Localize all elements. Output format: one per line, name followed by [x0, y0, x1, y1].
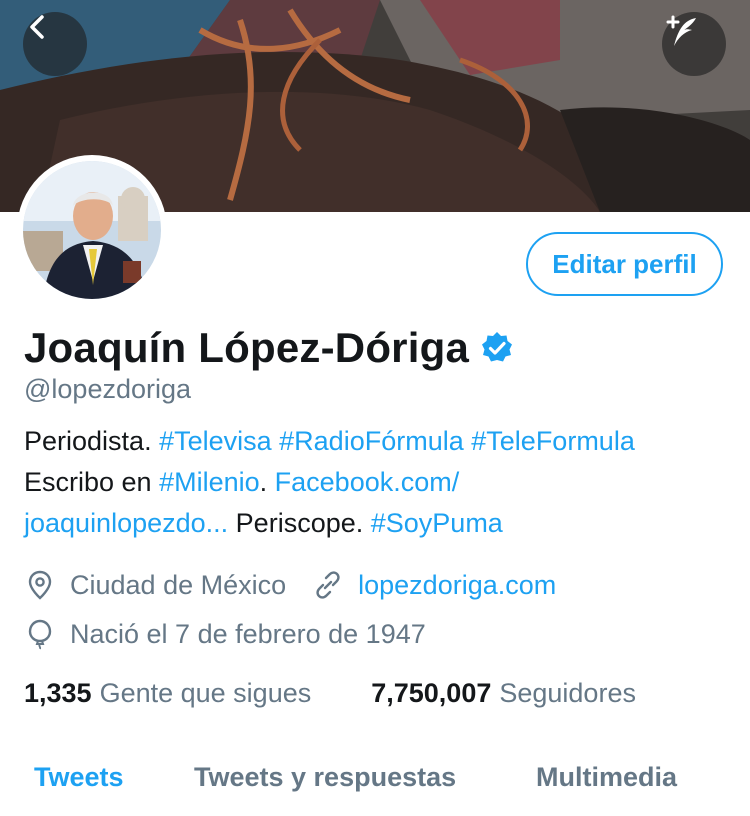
profile-bio: Periodista. #Televisa #RadioFórmula #Tel…: [24, 421, 734, 544]
bio-line: Escribo en #Milenio. Facebook.com/: [24, 462, 734, 503]
hashtag-link[interactable]: #Televisa: [159, 426, 272, 456]
profile-tabs: Tweets Tweets y respuestas Multimedia: [0, 754, 750, 806]
bio-text: Periscope.: [228, 508, 371, 538]
followers-label: Seguidores: [499, 678, 636, 708]
following-label: Gente que sigues: [99, 678, 312, 708]
url-link[interactable]: Facebook.com/: [275, 467, 460, 497]
bio-line: joaquinlopezdo... Periscope. #SoyPuma: [24, 503, 734, 544]
followers-link[interactable]: 7,750,007 Seguidores: [371, 678, 636, 709]
profile-name-row: Joaquín López-Dóriga: [24, 320, 515, 376]
verified-badge-icon: [482, 332, 512, 362]
profile-name: Joaquín López-Dóriga: [24, 324, 469, 371]
following-count: 1,335: [24, 678, 92, 708]
bio-line: Periodista. #Televisa #RadioFórmula #Tel…: [24, 421, 734, 462]
url-link[interactable]: joaquinlopezdo...: [24, 508, 228, 538]
bio-text: Escribo en: [24, 467, 160, 497]
edit-profile-button[interactable]: Editar perfil: [526, 232, 723, 296]
followers-count: 7,750,007: [371, 678, 492, 708]
profile-follow-counts: 1,335 Gente que sigues 7,750,007 Seguidore…: [24, 678, 636, 709]
location-pin-icon: [24, 569, 56, 601]
tab-media[interactable]: Multimedia: [536, 762, 677, 793]
chevron-left-icon: [30, 15, 44, 39]
avatar[interactable]: [17, 155, 167, 305]
profile-meta-row: Ciudad de México lopezdoriga.com: [24, 569, 556, 601]
hashtag-link[interactable]: #SoyPuma: [371, 508, 503, 538]
link-icon: [312, 569, 344, 601]
profile-birthday: Nació el 7 de febrero de 1947: [70, 618, 426, 649]
profile-location: Ciudad de México: [70, 569, 287, 600]
hashtag-link[interactable]: #Milenio: [159, 467, 260, 497]
tab-tweets[interactable]: Tweets: [34, 762, 124, 793]
bio-text: Periodista.: [24, 426, 160, 456]
profile-website-link[interactable]: lopezdoriga.com: [358, 570, 556, 601]
profile-handle: @lopezdoriga: [24, 374, 192, 404]
back-button[interactable]: [23, 12, 87, 76]
compose-tweet-button[interactable]: [662, 12, 726, 76]
following-link[interactable]: 1,335 Gente que sigues: [24, 678, 311, 709]
avatar-photo: [23, 161, 161, 299]
balloon-icon: [24, 618, 56, 650]
bio-text: .: [259, 467, 275, 497]
tab-tweets-replies[interactable]: Tweets y respuestas: [194, 762, 456, 793]
hashtag-link[interactable]: #TeleFormula: [471, 426, 635, 456]
hashtag-link[interactable]: #RadioFórmula: [279, 426, 464, 456]
plus-feather-icon: [666, 15, 696, 46]
profile-birthday-row: Nació el 7 de febrero de 1947: [24, 618, 426, 650]
